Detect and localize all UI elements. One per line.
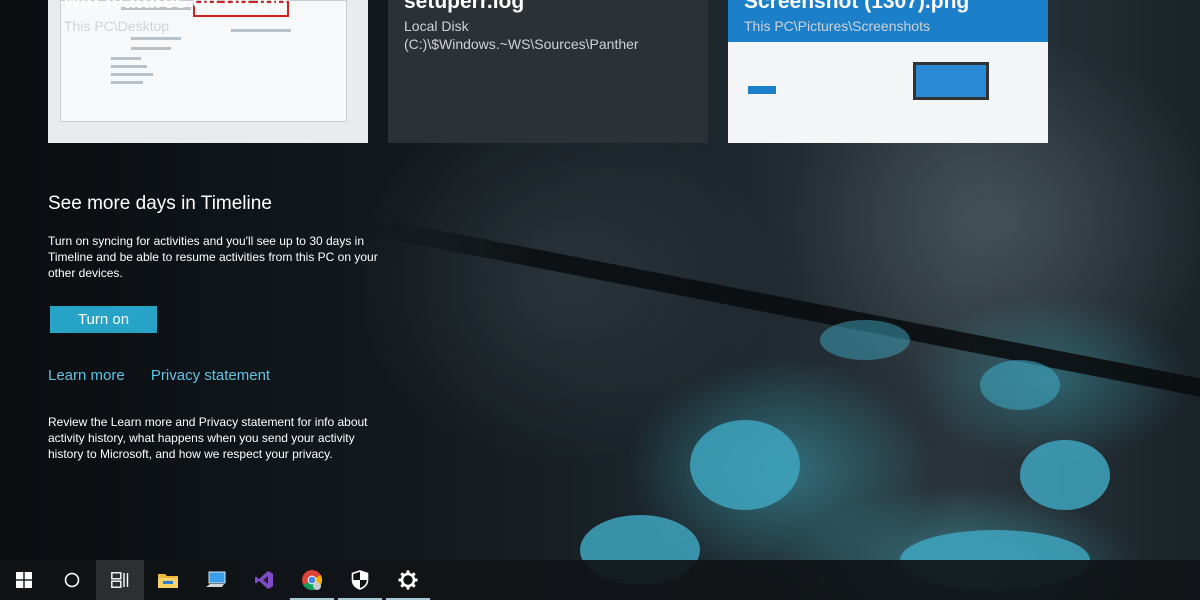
wallpaper-flower [820, 320, 910, 360]
this-pc-button[interactable] [192, 560, 240, 600]
promo-description: Turn on syncing for activities and you'l… [48, 234, 378, 280]
chrome-button[interactable] [288, 560, 336, 600]
timeline-activity-row: win features on off.jpg This PC\Desktop … [0, 0, 1200, 143]
learn-more-link[interactable]: Learn more [48, 367, 125, 384]
task-view-button[interactable] [96, 560, 144, 600]
task-view-icon [111, 572, 129, 588]
card-path: Local Disk (C:)\$Windows.~WS\Sources\Pan… [404, 18, 639, 52]
privacy-statement-link[interactable]: Privacy statement [151, 367, 270, 384]
devices-icon [913, 62, 989, 100]
card-title: Screenshot (1307).png [744, 0, 970, 13]
windows-logo-icon [16, 572, 32, 588]
promo-links: Learn more Privacy statement [48, 367, 388, 384]
privacy-review-text: Review the Learn more and Privacy statem… [48, 415, 368, 461]
timeline-sync-promo: See more days in Timeline Turn on syncin… [48, 193, 388, 462]
cortana-button[interactable] [48, 560, 96, 600]
timeline-card[interactable]: win features on off.jpg This PC\Desktop [48, 0, 368, 143]
visual-studio-icon [255, 571, 273, 589]
computer-icon [206, 571, 226, 587]
gear-icon [398, 570, 418, 590]
settings-button[interactable] [384, 560, 432, 600]
card-path: This PC\Desktop [64, 18, 170, 34]
card-title: setuperr.log [404, 0, 525, 13]
shield-icon [351, 570, 369, 590]
timeline-card[interactable]: Screenshot (1307).png This PC\Pictures\S… [728, 0, 1048, 143]
defender-button[interactable] [336, 560, 384, 600]
wallpaper-flower [980, 360, 1060, 410]
promo-heading: See more days in Timeline [48, 193, 272, 214]
thumbnail-button [748, 86, 776, 94]
chrome-icon [302, 570, 323, 591]
taskbar [0, 560, 1200, 600]
card-title: win features on off.jpg [64, 0, 288, 13]
file-explorer-button[interactable] [144, 560, 192, 600]
wallpaper-branch [356, 215, 1200, 405]
turn-on-button[interactable]: Turn on [50, 306, 157, 333]
folder-icon [158, 574, 178, 588]
start-button[interactable] [0, 560, 48, 600]
timeline-card[interactable]: setuperr.log Local Disk (C:)\$Windows.~W… [388, 0, 708, 143]
wallpaper-flower [1020, 440, 1110, 510]
circle-icon [64, 572, 80, 588]
visual-studio-button[interactable] [240, 560, 288, 600]
card-path: This PC\Pictures\Screenshots [744, 18, 930, 34]
wallpaper-flower [690, 420, 800, 510]
